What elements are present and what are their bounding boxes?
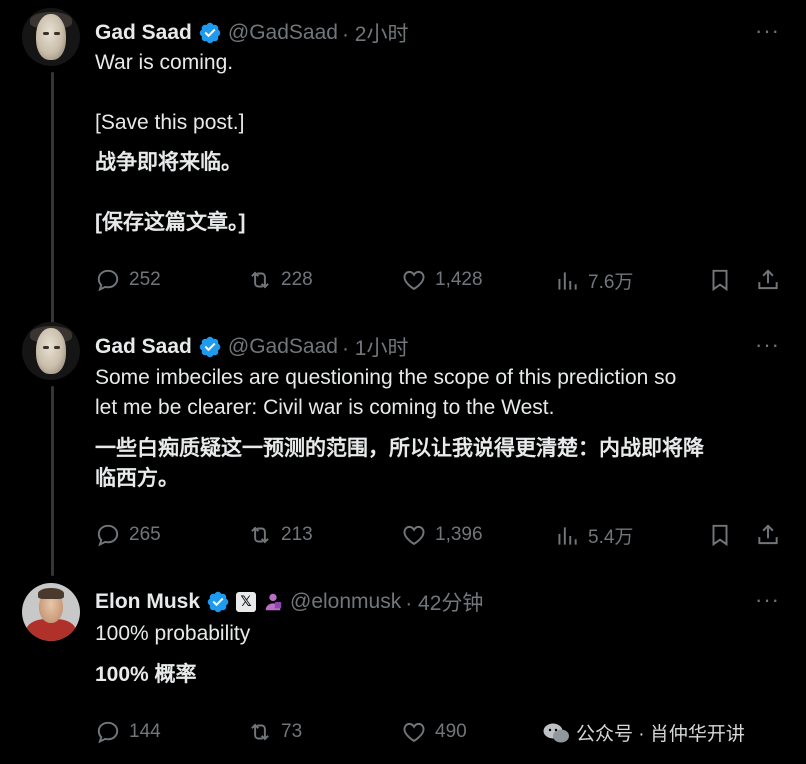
repost-icon xyxy=(251,526,269,544)
bookmark-button[interactable] xyxy=(707,267,733,293)
more-options-icon[interactable]: ··· xyxy=(755,18,780,44)
wechat-watermark: 公众号 · 肖仲华开讲 xyxy=(542,719,745,746)
bookmark-icon xyxy=(712,269,728,292)
post-header: Elon Musk 𝕏 @elonmusk · 42分钟 xyxy=(95,587,483,617)
like-count: 1,428 xyxy=(435,269,483,290)
view-count: 7.6万 xyxy=(588,272,634,293)
verified-badge-icon xyxy=(198,21,222,45)
view-count: 5.4万 xyxy=(588,527,634,548)
repost-count: 73 xyxy=(281,721,303,742)
author-handle[interactable]: @GadSaad xyxy=(228,21,338,45)
reply-count: 252 xyxy=(129,269,161,290)
repost-icon xyxy=(251,271,269,289)
reply-button[interactable]: 144 xyxy=(95,719,161,745)
bookmark-icon xyxy=(712,524,728,547)
post-time[interactable]: · 2小时 xyxy=(342,18,409,48)
action-bar: 252 228 1,428 7.6万 xyxy=(95,267,785,295)
x-affiliate-badge-icon: 𝕏 xyxy=(236,592,257,612)
post-text-zh: 一些白痴质疑这一预测的范围，所以让我说得更清楚：内战即将降 临西方。 xyxy=(95,437,704,490)
repost-count: 228 xyxy=(281,269,313,290)
repost-button[interactable]: 228 xyxy=(247,267,313,293)
views-chart-icon xyxy=(558,271,577,290)
person-badge-icon xyxy=(262,591,284,613)
like-count: 490 xyxy=(435,721,467,742)
more-options-icon[interactable]: ··· xyxy=(755,587,780,613)
like-button[interactable]: 490 xyxy=(401,719,467,745)
views-button[interactable]: 5.4万 xyxy=(554,522,633,549)
repost-button[interactable]: 213 xyxy=(247,522,313,548)
share-icon xyxy=(758,269,778,290)
post-text-zh: 100% 概率 xyxy=(95,663,197,686)
post-time[interactable]: · 1小时 xyxy=(342,332,409,362)
verified-badge-icon xyxy=(198,335,222,359)
post-text-en: War is coming. [Save this post.] xyxy=(95,51,245,134)
verified-badge-icon xyxy=(206,590,230,614)
post-text-zh: 战争即将来临。 [保存这篇文章。] xyxy=(95,151,246,234)
wechat-logo-icon xyxy=(543,723,569,742)
repost-button[interactable]: 73 xyxy=(247,719,302,745)
reply-icon xyxy=(97,721,119,744)
avatar-elon-musk[interactable] xyxy=(22,583,80,641)
author-name[interactable]: Gad Saad xyxy=(95,21,192,45)
post-time[interactable]: · 42分钟 xyxy=(405,587,483,617)
avatar-gad-saad[interactable] xyxy=(22,8,80,66)
post-header: Gad Saad @GadSaad · 1小时 xyxy=(95,332,408,362)
reply-icon xyxy=(97,524,119,547)
tweet-post-1[interactable]: Gad Saad @GadSaad · 2小时 ··· War is comin… xyxy=(0,0,806,320)
avatar-gad-saad[interactable] xyxy=(22,322,80,380)
like-button[interactable]: 1,396 xyxy=(401,522,483,548)
post-text-en: Some imbeciles are questioning the scope… xyxy=(95,366,677,419)
author-handle[interactable]: @elonmusk xyxy=(290,590,401,614)
like-button[interactable]: 1,428 xyxy=(401,267,483,293)
watermark-text: 公众号 · 肖仲华开讲 xyxy=(576,724,745,745)
repost-count: 213 xyxy=(281,524,313,545)
reply-button[interactable]: 265 xyxy=(95,522,161,548)
views-chart-icon xyxy=(558,526,577,545)
action-bar: 265 213 1,396 5.4万 xyxy=(95,522,785,550)
reply-count: 265 xyxy=(129,524,161,545)
reply-button[interactable]: 252 xyxy=(95,267,161,293)
share-button[interactable] xyxy=(755,267,781,293)
post-header: Gad Saad @GadSaad · 2小时 xyxy=(95,18,408,48)
bookmark-button[interactable] xyxy=(707,522,733,548)
author-name[interactable]: Gad Saad xyxy=(95,335,192,359)
heart-icon xyxy=(403,270,425,291)
repost-icon xyxy=(251,723,269,741)
tweet-post-2[interactable]: Gad Saad @GadSaad · 1小时 ··· Some imbecil… xyxy=(0,320,806,575)
heart-icon xyxy=(403,722,425,743)
like-count: 1,396 xyxy=(435,524,483,545)
author-name[interactable]: Elon Musk xyxy=(95,590,200,614)
more-options-icon[interactable]: ··· xyxy=(755,332,780,358)
share-icon xyxy=(758,524,778,545)
heart-icon xyxy=(403,525,425,546)
share-button[interactable] xyxy=(755,522,781,548)
views-button[interactable]: 7.6万 xyxy=(554,267,633,294)
reply-icon xyxy=(97,269,119,292)
reply-count: 144 xyxy=(129,721,161,742)
author-handle[interactable]: @GadSaad xyxy=(228,335,338,359)
post-text-en: 100% probability xyxy=(95,622,251,645)
